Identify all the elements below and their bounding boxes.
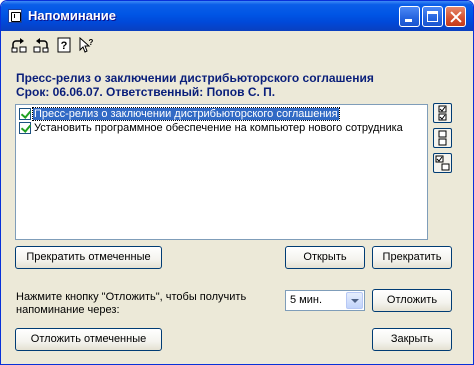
app-icon	[8, 9, 22, 23]
reminder-list[interactable]: Пресс-релиз о заключении дистрибьюторско…	[15, 104, 428, 240]
stop-button[interactable]: Прекратить	[372, 246, 452, 269]
stop-selected-button[interactable]: Прекратить отмеченные	[15, 246, 162, 269]
chevron-down-icon[interactable]	[346, 292, 363, 309]
maximize-button[interactable]	[422, 6, 443, 27]
window-title: Напоминание	[28, 8, 117, 23]
back-undo-icon[interactable]	[33, 37, 49, 53]
close-button[interactable]: Закрыть	[372, 328, 452, 351]
postpone-interval-select[interactable]: 5 мин.	[285, 290, 365, 311]
reminder-details: Срок: 06.06.07. Ответственный: Попов С. …	[16, 85, 276, 99]
close-window-button[interactable]	[445, 6, 466, 27]
postpone-interval-value: 5 мин.	[290, 294, 323, 306]
postpone-prompt: Нажмите кнопку "Отложить", чтобы получит…	[16, 291, 247, 316]
svg-text:?: ?	[61, 40, 68, 52]
forward-undo-icon[interactable]	[11, 37, 27, 53]
list-item-label: Пресс-релиз о заключении дистрибьюторско…	[32, 107, 340, 121]
item-checkbox[interactable]	[19, 122, 31, 134]
svg-text:?: ?	[89, 38, 94, 47]
item-checkbox[interactable]	[19, 108, 31, 120]
uncheck-button[interactable]	[433, 128, 452, 148]
check-all-button[interactable]	[433, 103, 452, 123]
uncheck-all-button[interactable]	[433, 153, 452, 173]
open-button[interactable]: Открыть	[285, 246, 365, 269]
title-bar[interactable]: Напоминание	[1, 1, 473, 31]
whats-this-icon[interactable]: ?	[78, 37, 94, 53]
minimize-button[interactable]	[399, 6, 420, 27]
list-item-label: Установить программное обеспечение на ко…	[34, 122, 403, 134]
postpone-button[interactable]: Отложить	[372, 289, 452, 312]
check-all-icon	[438, 105, 447, 121]
uncheck-icon	[438, 130, 447, 146]
reminder-window: Напоминание ? ? Пресс-релиз о заключении…	[0, 0, 474, 365]
reminder-title: Пресс-релиз о заключении дистрибьюторско…	[16, 71, 374, 85]
help-icon[interactable]: ?	[56, 37, 72, 53]
postpone-selected-button[interactable]: Отложить отмеченные	[15, 328, 162, 351]
uncheck-all-icon	[435, 155, 450, 171]
